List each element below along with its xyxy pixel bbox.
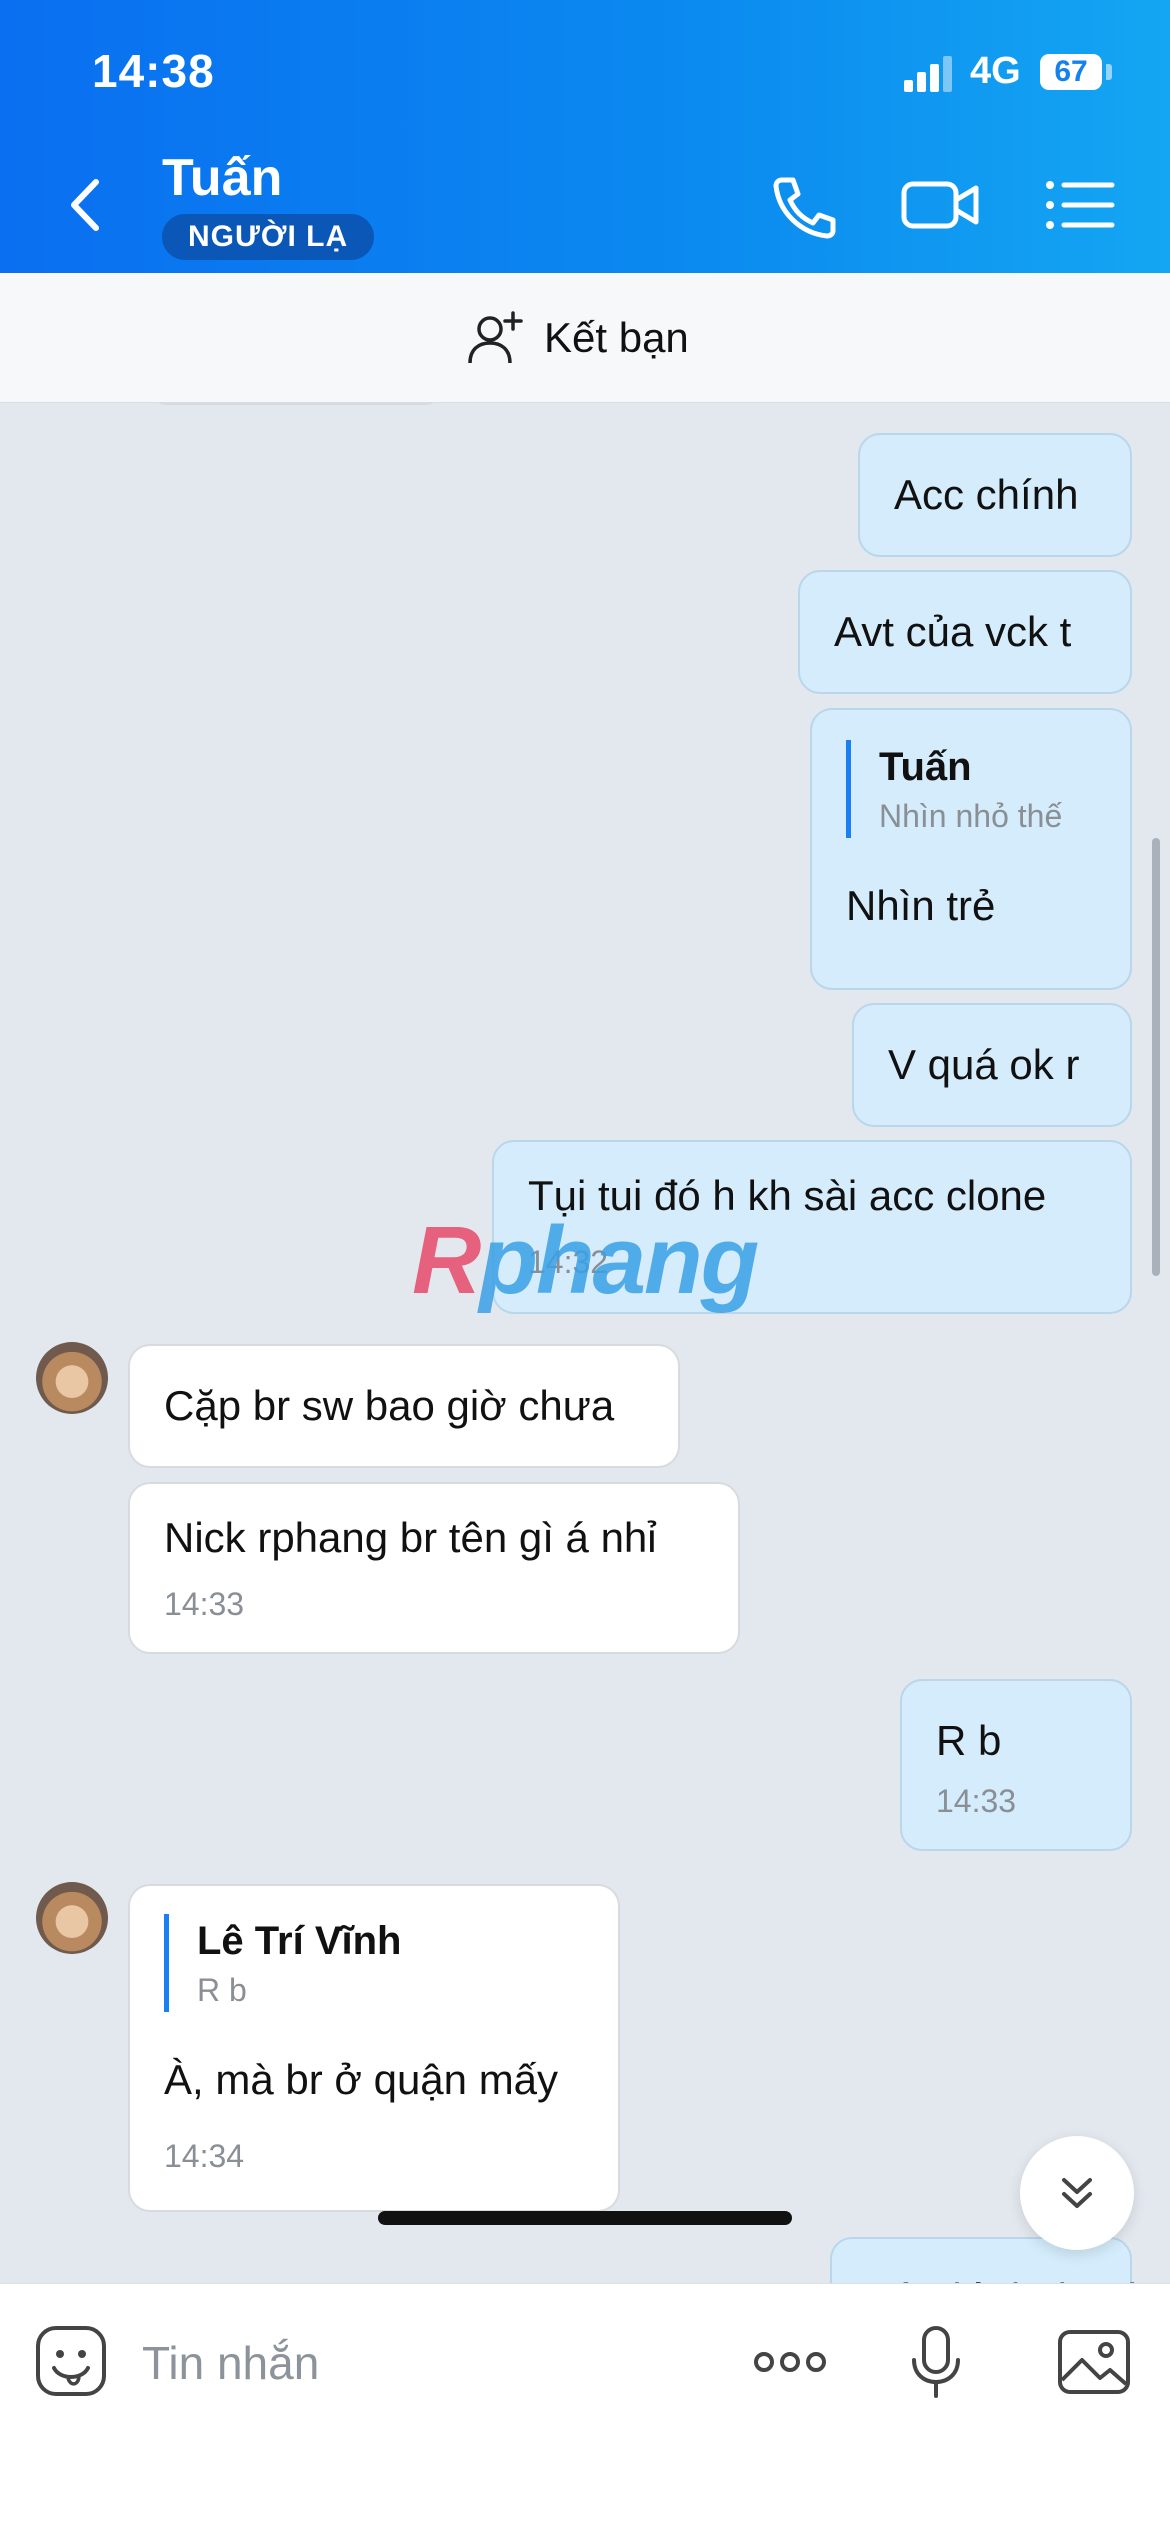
quoted-text: Nhìn nhỏ thế bbox=[879, 798, 1063, 834]
add-friend-label: Kết bạn bbox=[544, 314, 689, 361]
phone-icon bbox=[773, 177, 836, 239]
message-text: Nick rphang br tên gì á nhỉ bbox=[164, 1514, 657, 1561]
message-time: 14:33 bbox=[936, 1783, 1017, 1819]
chevron-left-icon bbox=[71, 179, 99, 231]
message-bubble-theirs-reply[interactable]: Lê Trí Vĩnh R b À, mà br ở quận mấy 14:3… bbox=[128, 1884, 620, 2212]
watermark-logo: Rphang bbox=[412, 1207, 759, 1314]
scrollbar[interactable] bbox=[1152, 838, 1160, 1276]
voice-message-button[interactable] bbox=[896, 2322, 976, 2402]
message-bubble-mine[interactable]: Acc chính bbox=[858, 433, 1132, 557]
image-icon bbox=[1058, 2330, 1130, 2394]
message-text: R b bbox=[936, 1717, 1002, 1764]
chat-header: 14:38 4G 67 Tuấn NGƯỜI LẠ bbox=[0, 0, 1170, 273]
message-list[interactable]: Acc chính Avt của vck t Tuấn Nhìn nhỏ th… bbox=[0, 403, 1170, 2283]
message-time: 14:34 bbox=[164, 2138, 245, 2174]
message-composer bbox=[0, 2283, 1170, 2532]
add-friend-button[interactable]: Kết bạn bbox=[466, 303, 689, 373]
back-button[interactable] bbox=[56, 170, 116, 240]
double-chevron-down-icon bbox=[1062, 2178, 1092, 2208]
contact-name[interactable]: Tuấn bbox=[162, 148, 282, 208]
more-options-button[interactable] bbox=[750, 2322, 830, 2402]
quoted-sender: Lê Trí Vĩnh bbox=[197, 1919, 402, 1963]
message-bubble-mine[interactable]: R b 14:33 bbox=[900, 1679, 1132, 1851]
message-text: Bên bình thạnh bbox=[866, 2275, 1151, 2283]
quoted-message[interactable]: Lê Trí Vĩnh R b bbox=[164, 1914, 401, 2012]
call-button[interactable] bbox=[762, 170, 842, 240]
message-text: Nhìn trẻ bbox=[846, 882, 996, 929]
message-bubble-mine[interactable]: V quá ok r bbox=[852, 1003, 1132, 1127]
signal-icon bbox=[904, 56, 956, 92]
more-dots-icon bbox=[754, 2352, 826, 2372]
battery-cap bbox=[1106, 64, 1112, 80]
message-text: Cặp br sw bao giờ chưa bbox=[164, 1382, 615, 1429]
battery-icon: 67 bbox=[1040, 54, 1102, 90]
message-time: 14:33 bbox=[164, 1586, 245, 1622]
home-indicator[interactable] bbox=[378, 2211, 792, 2225]
message-input[interactable] bbox=[142, 2318, 702, 2408]
sticker-icon bbox=[36, 2326, 106, 2396]
message-text: Acc chính bbox=[894, 471, 1079, 518]
add-friend-bar: Kết bạn bbox=[0, 273, 1170, 403]
microphone-icon bbox=[912, 2326, 960, 2398]
image-picker-button[interactable] bbox=[1054, 2322, 1134, 2402]
message-bubble-mine-reply[interactable]: Tuấn Nhìn nhỏ thế Nhìn trẻ bbox=[810, 708, 1132, 990]
network-type: 4G bbox=[970, 50, 1021, 92]
quoted-sender: Tuấn bbox=[879, 745, 972, 789]
add-user-icon bbox=[468, 311, 523, 364]
quoted-text: R b bbox=[197, 1972, 247, 2008]
quoted-message[interactable]: Tuấn Nhìn nhỏ thế bbox=[846, 740, 1062, 838]
message-text: V quá ok r bbox=[888, 1041, 1080, 1088]
video-call-button[interactable] bbox=[900, 170, 980, 240]
avatar[interactable] bbox=[36, 1882, 108, 1954]
message-text: À, mà br ở quận mấy bbox=[164, 2056, 559, 2103]
message-text: Avt của vck t bbox=[834, 608, 1072, 655]
video-camera-icon bbox=[901, 181, 979, 229]
sticker-button[interactable] bbox=[32, 2322, 112, 2402]
avatar[interactable] bbox=[36, 1342, 108, 1414]
stranger-badge: NGƯỜI LẠ bbox=[162, 214, 375, 260]
message-bubble-partial bbox=[146, 403, 446, 405]
message-bubble-theirs[interactable]: Cặp br sw bao giờ chưa bbox=[128, 1344, 680, 1468]
chat-options-button[interactable] bbox=[1040, 170, 1120, 240]
scroll-to-bottom-button[interactable] bbox=[1020, 2136, 1134, 2250]
message-bubble-mine[interactable]: Avt của vck t bbox=[798, 570, 1132, 694]
status-time: 14:38 bbox=[92, 45, 215, 97]
list-menu-icon bbox=[1046, 181, 1115, 229]
message-bubble-theirs[interactable]: Nick rphang br tên gì á nhỉ 14:33 bbox=[128, 1482, 740, 1654]
